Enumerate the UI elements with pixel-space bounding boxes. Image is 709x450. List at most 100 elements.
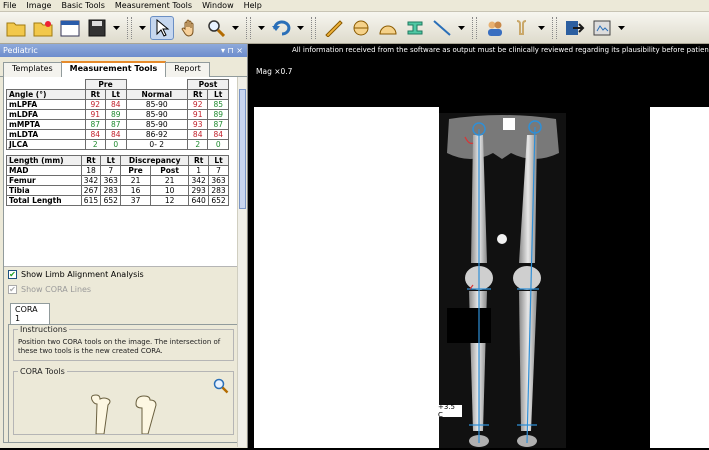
image-margin-right: [650, 107, 709, 448]
line-tool-button[interactable]: [322, 16, 346, 40]
show-cora-lines-checkbox[interactable]: ✔ Show CORA Lines: [4, 282, 243, 297]
image-margin-left: [254, 107, 439, 448]
toolbar-overflow-arrow[interactable]: [138, 16, 147, 40]
show-limb-alignment-checkbox[interactable]: ✔ Show Limb Alignment Analysis: [4, 267, 243, 282]
table-row: mMPTA 87 87 85-90 93 87: [6, 119, 229, 130]
toolbar-dropdown-arrow-3[interactable]: [296, 16, 305, 40]
length-table: Length (mm) Rt Lt Discrepancy Rt Lt MAD …: [6, 155, 229, 206]
toolbar-grip[interactable]: [127, 16, 132, 39]
instructions-text: Position two CORA tools on the image. Th…: [18, 338, 221, 355]
checkbox-disabled-icon: ✔: [8, 285, 17, 294]
leg-radiograph: [439, 113, 566, 448]
export-button[interactable]: [563, 16, 587, 40]
angle-tool-button[interactable]: [376, 16, 400, 40]
toolbar-overflow-arrow-2[interactable]: [257, 16, 266, 40]
calibration-ball: [497, 234, 507, 244]
table-row: Total Length 615 652 37 12 640 652: [6, 195, 229, 206]
toolbar-dropdown-arrow[interactable]: [112, 16, 121, 40]
bone-shape-icon: [407, 21, 423, 34]
toolbar-dropdown-arrow-2[interactable]: [231, 16, 240, 40]
menu-image[interactable]: Image: [26, 1, 51, 10]
settings-icon: [593, 20, 611, 35]
col-header-post-lt: Lt: [207, 89, 229, 100]
pointer-icon: [156, 18, 170, 37]
show-cora-lines-label: Show CORA Lines: [21, 285, 92, 294]
calendar-button[interactable]: [58, 16, 82, 40]
toolbar-grip-4[interactable]: [472, 16, 477, 39]
menu-bar: File Image Basic Tools Measurement Tools…: [0, 0, 709, 12]
protractor-icon: [379, 25, 397, 34]
table-row: mLDTA 84 84 86-92 84 84: [6, 129, 229, 140]
limb-template-button[interactable]: [510, 16, 534, 40]
menu-file[interactable]: File: [3, 1, 16, 10]
diagonal-line-icon: [433, 19, 451, 36]
table-row: mLDFA 91 89 85-90 91 89: [6, 109, 229, 120]
calendar-icon: [60, 20, 80, 36]
zoom-cora-icon[interactable]: [213, 378, 229, 394]
table-row: JLCA 2 0 0- 2 2 0: [6, 139, 229, 150]
tab-cora-1[interactable]: CORA 1: [10, 303, 50, 324]
toolbar-grip-3[interactable]: [311, 16, 316, 39]
discrepancy-header: Discrepancy: [120, 155, 190, 166]
table-row: MAD 18 7 Pre Post 1 7: [6, 165, 229, 176]
hand-icon: [181, 19, 194, 36]
toolbar-dropdown-arrow-5[interactable]: [537, 16, 546, 40]
axis-line-tool-button[interactable]: [430, 16, 454, 40]
table-row: Tibia 267 283 16 10 293 283: [6, 185, 229, 196]
disk-icon: [88, 19, 106, 36]
angle-table: Pre Post Angle (°) Rt Lt Normal Rt Lt mL…: [6, 79, 230, 150]
show-limb-alignment-label: Show Limb Alignment Analysis: [21, 270, 144, 279]
panel-scrollbar[interactable]: [237, 77, 246, 447]
settings-button[interactable]: [590, 16, 614, 40]
zoom-tool-button[interactable]: [204, 16, 228, 40]
people-icon: [488, 21, 502, 36]
open-folder-button[interactable]: [4, 16, 28, 40]
calibration-marker: [503, 118, 515, 130]
table-row: Femur 342 363 21 21 342 363: [6, 175, 229, 186]
femur-cora-tool-icon[interactable]: [88, 394, 118, 434]
tab-templates[interactable]: Templates: [3, 62, 62, 77]
length-col-header: Length (mm): [6, 155, 82, 166]
menu-basic-tools[interactable]: Basic Tools: [61, 1, 104, 10]
new-folder-icon: [33, 20, 53, 36]
circle-measure-icon: [353, 20, 369, 35]
panel-title: Pediatric: [3, 46, 38, 55]
main-toolbar: [0, 12, 709, 44]
clinical-warning: All information received from the softwa…: [292, 46, 709, 54]
tab-measurement-tools[interactable]: Measurement Tools: [60, 61, 167, 77]
col-header-lt: Lt: [105, 89, 127, 100]
instructions-title: Instructions: [18, 325, 69, 334]
scrollbar-thumb[interactable]: [239, 89, 246, 209]
toolbar-grip-5[interactable]: [552, 16, 557, 39]
ruler-pencil-icon: [325, 19, 343, 37]
osteotomy-tool-button[interactable]: [403, 16, 427, 40]
toolbar-dropdown-arrow-4[interactable]: [457, 16, 466, 40]
menu-window[interactable]: Window: [202, 1, 234, 10]
angle-col-header: Angle (°): [6, 89, 86, 100]
bone-icon: [516, 19, 527, 35]
new-case-button[interactable]: [31, 16, 55, 40]
toolbar-grip-2[interactable]: [246, 16, 251, 39]
cora-tools-group: CORA Tools: [13, 367, 234, 435]
table-row: mLPFA 92 84 85-90 92 85: [6, 99, 229, 110]
undo-button[interactable]: [269, 16, 293, 40]
scale-label: +3.5 C: [438, 403, 462, 419]
export-icon: [566, 20, 585, 35]
pan-tool-button[interactable]: [177, 16, 201, 40]
select-tool-button[interactable]: [150, 15, 174, 40]
panel-pin-close-icons[interactable]: ▾ ⊓ ×: [221, 46, 243, 55]
menu-measurement-tools[interactable]: Measurement Tools: [115, 1, 192, 10]
circle-tool-button[interactable]: [349, 16, 373, 40]
save-button[interactable]: [85, 16, 109, 40]
xray-image[interactable]: [439, 113, 566, 448]
menu-help[interactable]: Help: [244, 1, 262, 10]
tibia-cora-tool-icon[interactable]: [132, 394, 162, 434]
magnifier-icon: [208, 19, 225, 37]
tab-report[interactable]: Report: [165, 62, 210, 77]
compare-button[interactable]: [483, 16, 507, 40]
options-section: ✔ Show Limb Alignment Analysis ✔ Show CO…: [4, 266, 243, 442]
cora-tools-title: CORA Tools: [18, 367, 67, 376]
toolbar-dropdown-arrow-6[interactable]: [617, 16, 626, 40]
col-header-post-rt: Rt: [186, 89, 209, 100]
instructions-group: Instructions Position two CORA tools on …: [13, 325, 234, 361]
